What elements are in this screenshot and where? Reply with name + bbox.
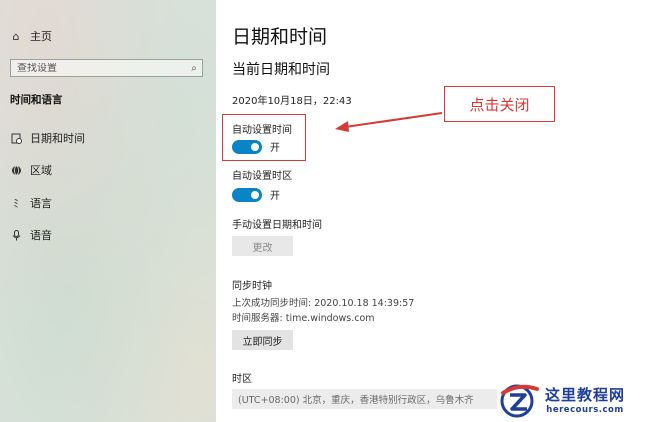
logo-cn-text: 这里教程网 bbox=[545, 385, 626, 404]
last-sync-text: 上次成功同步时间: 2020.10.18 14:39:57 bbox=[232, 298, 415, 309]
section-heading: 当前日期和时间 bbox=[232, 62, 330, 78]
sync-now-button[interactable]: 立即同步 bbox=[232, 330, 293, 350]
change-button[interactable]: 更改 bbox=[232, 236, 293, 256]
sidebar-item-speech[interactable]: 语音 bbox=[10, 225, 52, 245]
settings-window: ⌂ 主页 ⌕ 时间和语言 日期和时间 区域 ﾐ bbox=[0, 0, 645, 422]
calendar-clock-icon bbox=[10, 132, 22, 144]
auto-timezone-toggle[interactable] bbox=[232, 187, 262, 202]
microphone-icon bbox=[10, 229, 22, 241]
highlight-box bbox=[222, 114, 306, 161]
auto-timezone-label: 自动设置时区 bbox=[232, 171, 292, 182]
timezone-select[interactable]: (UTC+08:00) 北京，重庆，香港特别行政区，乌鲁木齐 bbox=[232, 389, 499, 409]
search-icon[interactable]: ⌕ bbox=[186, 63, 202, 74]
sidebar-item-date-time[interactable]: 日期和时间 bbox=[10, 128, 85, 148]
sidebar-item-label: 语音 bbox=[30, 229, 52, 242]
sidebar-item-home[interactable]: ⌂ 主页 bbox=[10, 26, 53, 46]
manual-datetime-label: 手动设置日期和时间 bbox=[232, 220, 322, 231]
sidebar-item-label: 语言 bbox=[30, 197, 52, 210]
search-input[interactable] bbox=[11, 62, 186, 74]
sidebar-item-label: 日期和时间 bbox=[30, 132, 85, 145]
callout-label: 点击关闭 bbox=[444, 86, 555, 122]
globe-icon bbox=[10, 164, 22, 176]
page-title: 日期和时间 bbox=[232, 26, 328, 48]
main-panel: 日期和时间 当前日期和时间 2020年10月18日，22:43 自动设置时间 开… bbox=[216, 0, 645, 422]
search-field[interactable]: ⌕ bbox=[10, 59, 203, 77]
toggle-knob bbox=[251, 190, 259, 199]
sidebar-item-label: 区域 bbox=[30, 164, 52, 177]
logo-en-text: herecours.com bbox=[546, 404, 624, 415]
sync-clock-title: 同步时钟 bbox=[232, 281, 272, 292]
current-datetime: 2020年10月18日，22:43 bbox=[232, 96, 352, 107]
language-icon: ﾐ bbox=[13, 197, 19, 210]
sidebar: ⌂ 主页 ⌕ 时间和语言 日期和时间 区域 ﾐ bbox=[0, 0, 216, 422]
auto-timezone-row: 开 bbox=[232, 187, 280, 202]
sidebar-item-language[interactable]: ﾐ 语言 bbox=[10, 193, 52, 213]
toggle-state: 开 bbox=[270, 191, 280, 202]
section-title: 时间和语言 bbox=[10, 94, 63, 106]
time-server-text: 时间服务器: time.windows.com bbox=[232, 313, 375, 324]
watermark-logo: 这里教程网 herecours.com bbox=[497, 376, 645, 422]
sidebar-item-label: 主页 bbox=[30, 30, 52, 43]
logo-icon bbox=[500, 384, 539, 418]
sidebar-item-region[interactable]: 区域 bbox=[10, 160, 52, 180]
timezone-title: 时区 bbox=[232, 374, 252, 385]
home-icon: ⌂ bbox=[12, 29, 20, 43]
